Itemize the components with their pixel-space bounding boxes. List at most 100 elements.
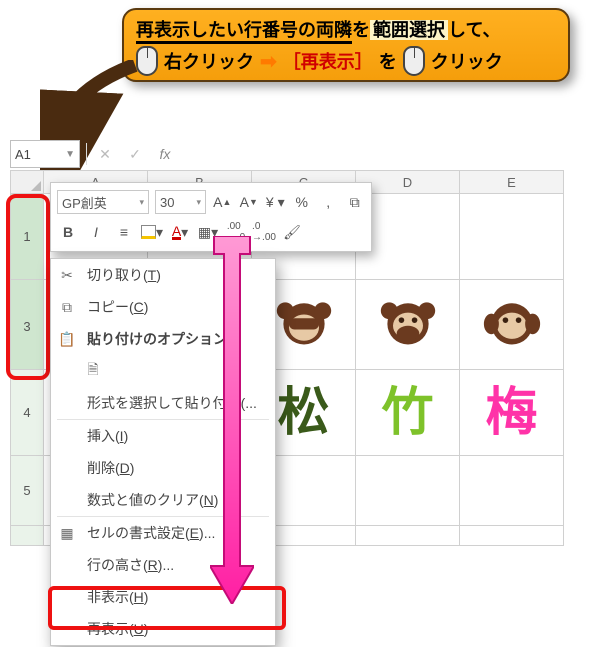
menu-label: 再表示 [87, 621, 129, 637]
separator [86, 143, 87, 165]
menu-unhide[interactable]: 再表示(U) [51, 613, 275, 645]
right-click-label: 右クリック [164, 48, 254, 74]
click-label: クリック [431, 48, 503, 74]
menu-row-height[interactable]: 行の高さ(R)... [51, 549, 275, 581]
mnemonic: D [120, 460, 130, 476]
mnemonic: U [134, 621, 144, 637]
context-menu: ✂切り取り(T) ⧉コピー(C) 📋貼り付けのオプション: 🗎 形式を選択して貼… [50, 258, 276, 646]
comma-format-button[interactable]: , [318, 191, 339, 213]
mnemonic: C [134, 299, 144, 315]
cell[interactable] [460, 194, 564, 280]
mini-toolbar: GP創英▾ 30▾ A▲ A▼ ¥ ▾ % , ⧉ B I ≡ ▾ A▾ ▦▾ … [50, 182, 372, 252]
speak-no-evil-monkey-icon [378, 292, 438, 352]
menu-clear[interactable]: 数式と値のクリア(N) [51, 484, 275, 516]
blank-icon [55, 425, 79, 447]
hear-no-evil-monkey-icon [482, 292, 542, 352]
menu-delete[interactable]: 削除(D) [51, 452, 275, 484]
row-header-3[interactable]: 3 [10, 284, 44, 370]
name-box[interactable]: A1 ▼ [10, 140, 80, 168]
cancel-formula-button[interactable]: ✕ [93, 143, 117, 165]
mouse-icon [403, 46, 425, 76]
blank-icon [55, 554, 79, 576]
row-header-5[interactable]: 5 [10, 456, 44, 526]
callout-line-2: 右クリック ➡ ［再表示］ を クリック [136, 46, 556, 76]
chevron-down-icon[interactable]: ▾ [139, 197, 144, 208]
paste-icon: 🗎 [81, 360, 105, 382]
saihyoji-label: ［再表示］ [283, 48, 373, 74]
menu-cut[interactable]: ✂切り取り(T) [51, 259, 275, 291]
decrease-font-button[interactable]: A▼ [239, 191, 260, 213]
see-no-evil-monkey-icon [274, 292, 334, 352]
align-button[interactable]: ≡ [113, 221, 135, 243]
ellipsis: ... [245, 395, 257, 411]
chevron-down-icon[interactable]: ▼ [65, 149, 75, 160]
font-size-combo[interactable]: 30 ▾ [155, 190, 206, 214]
font-color-button[interactable]: A▾ [169, 221, 191, 243]
chevron-down-icon[interactable]: ▾ [196, 197, 201, 208]
blank-icon [55, 489, 79, 511]
row-header-1[interactable]: 1 [10, 194, 44, 280]
borders-button[interactable]: ▦▾ [197, 221, 219, 243]
instruction-callout: 再表示したい行番号の両隣を範囲選択して、 右クリック ➡ ［再表示］ を クリッ… [122, 8, 570, 82]
cell[interactable] [460, 526, 564, 546]
cell[interactable]: 竹 [356, 370, 460, 456]
cell[interactable]: 梅 [460, 370, 564, 456]
menu-insert[interactable]: 挿入(I) [51, 420, 275, 452]
accounting-format-button[interactable]: ¥ ▾ [265, 191, 286, 213]
mnemonic: N [204, 492, 214, 508]
merge-cells-button[interactable]: ⧉ [345, 191, 366, 213]
row-header-4[interactable]: 4 [10, 370, 44, 456]
decrease-decimal-button[interactable]: .0→.00 [253, 221, 275, 243]
format-cells-icon: ▦ [55, 522, 79, 544]
select-all-corner[interactable] [10, 170, 44, 194]
menu-label: コピー [87, 299, 129, 315]
cell[interactable] [356, 284, 460, 370]
menu-label: 形式を選択して貼り付け [87, 395, 241, 411]
row-header-blank[interactable] [10, 526, 44, 546]
fill-color-button[interactable]: ▾ [141, 221, 163, 243]
column-header-e[interactable]: E [460, 170, 564, 194]
increase-decimal-button[interactable]: .00→.0 [225, 221, 247, 243]
menu-label: 挿入 [87, 428, 115, 444]
formula-bar: A1 ▼ ✕ ✓ fx [10, 140, 177, 168]
percent-format-button[interactable]: % [292, 191, 313, 213]
menu-label: 非表示 [87, 589, 129, 605]
menu-label: 行の高さ [87, 557, 143, 573]
arrow-right-icon: ➡ [260, 49, 277, 74]
cell[interactable] [356, 526, 460, 546]
italic-button[interactable]: I [85, 221, 107, 243]
menu-paste-icon[interactable]: 🗎 [51, 355, 275, 387]
menu-label: 数式と値のクリア [87, 492, 199, 508]
bold-button[interactable]: B [57, 221, 79, 243]
menu-label: セルの書式設定 [87, 525, 185, 541]
callout-highlight-text: 範囲選択 [370, 20, 448, 40]
menu-paste-options: 📋貼り付けのオプション: [51, 323, 275, 355]
increase-font-button[interactable]: A▲ [212, 191, 233, 213]
scissors-icon: ✂ [55, 264, 79, 286]
menu-hide[interactable]: 非表示(H) [51, 581, 275, 613]
mnemonic: R [148, 557, 158, 573]
cell[interactable] [460, 456, 564, 526]
enter-formula-button[interactable]: ✓ [123, 143, 147, 165]
mnemonic: H [134, 589, 144, 605]
menu-copy[interactable]: ⧉コピー(C) [51, 291, 275, 323]
fx-button[interactable]: fx [153, 143, 177, 165]
callout-line-1: 再表示したい行番号の両隣を範囲選択して、 [136, 16, 556, 42]
cell[interactable] [460, 284, 564, 370]
cell[interactable] [356, 456, 460, 526]
mnemonic: I [120, 428, 124, 444]
ellipsis: ... [204, 525, 216, 541]
menu-format-cells[interactable]: ▦セルの書式設定(E)... [51, 517, 275, 549]
font-size-value: 30 [160, 195, 174, 210]
font-name-combo[interactable]: GP創英 ▾ [57, 190, 149, 214]
callout-underline-text: 再表示したい行番号の両隣 [136, 20, 352, 44]
menu-label: 削除 [87, 460, 115, 476]
menu-paste-special[interactable]: 形式を選択して貼り付け(... [51, 387, 275, 419]
font-name-value: GP創英 [62, 193, 107, 212]
ellipsis: ... [162, 557, 174, 573]
menu-label: 切り取り [87, 267, 143, 283]
blank-icon [55, 618, 79, 640]
clipboard-icon: 📋 [55, 328, 79, 350]
format-painter-button[interactable]: 🖌 [281, 221, 303, 243]
copy-icon: ⧉ [55, 296, 79, 318]
